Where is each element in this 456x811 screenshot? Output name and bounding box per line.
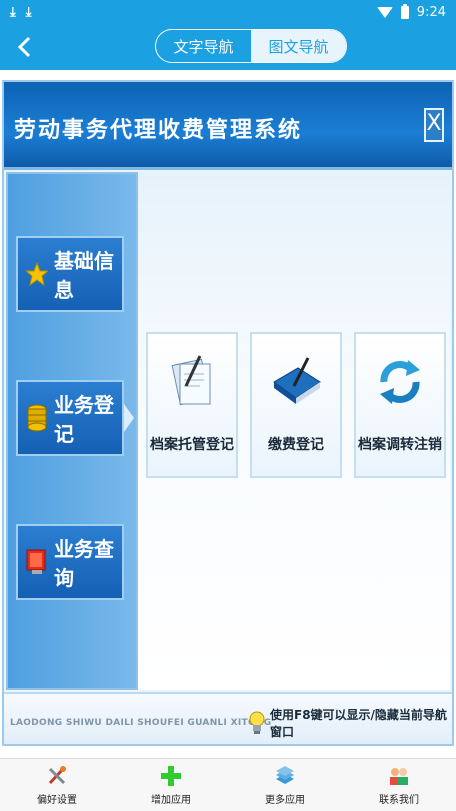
sidebar-item-label: 业务查询 [54,537,114,590]
bottom-nav-contact-us[interactable]: 联系我们 [342,759,456,811]
tab-text-nav[interactable]: 文字导航 [156,30,251,62]
bottom-nav: 偏好设置 增加应用 更多应用 联系我们 [0,758,456,811]
f8-tip: 使用F8键可以显示/隐藏当前导航窗口 [248,706,452,740]
app-window: 劳动事务代理收费管理系统 X 基础信息 业务登记 业务查询 档案托管登记 缴费登… [2,80,454,746]
nav-mode-toggle: 文字导航 图文导航 [155,29,347,63]
status-bar: ⤓ ⤓ 9:24 [0,0,456,24]
system-pinyin-name: LAODONG SHIWU DAILI SHOUFEI GUANLI XITON… [10,718,272,728]
status-time: 9:24 [416,4,446,20]
sidebar-item-basic-info[interactable]: 基础信息 [16,236,124,312]
bottom-nav-label: 更多应用 [265,794,305,806]
window-titlebar: 劳动事务代理收费管理系统 X [4,82,452,170]
download-icon: ⤓ [25,4,32,20]
tip-text: 使用F8键可以显示/隐藏当前导航窗口 [270,708,447,739]
sidebar-item-business-query[interactable]: 业务查询 [16,524,124,600]
plus-icon [160,765,182,787]
active-indicator-icon [124,404,134,432]
book-pen-icon [268,352,324,412]
settings-tools-icon [46,765,68,787]
star-icon [26,259,48,289]
bottom-nav-more-apps[interactable]: 更多应用 [228,759,342,811]
contacts-icon [388,765,410,787]
tile-label: 档案调转注销 [358,437,442,453]
content-panel: 档案托管登记 缴费登记 档案调转注销 [138,172,450,690]
bottom-nav-label: 增加应用 [151,794,191,806]
sidebar-item-business-registration[interactable]: 业务登记 [16,380,124,456]
bottom-nav-label: 联系我们 [379,794,419,806]
document-pen-icon [164,352,220,412]
bottom-nav-preferences[interactable]: 偏好设置 [0,759,114,811]
window-title: 劳动事务代理收费管理系统 [14,118,303,143]
tile-archive-transfer-cancel[interactable]: 档案调转注销 [354,332,446,478]
sidebar: 基础信息 业务登记 业务查询 [6,172,138,690]
tile-label: 缴费登记 [268,437,324,453]
sidebar-item-label: 业务登记 [54,393,114,446]
sidebar-item-label: 基础信息 [54,249,114,302]
tile-archive-custody[interactable]: 档案托管登记 [146,332,238,478]
coins-icon [26,403,48,433]
download-icon: ⤓ [10,4,16,20]
lightbulb-icon [248,710,266,736]
tab-graphic-nav[interactable]: 图文导航 [251,30,346,62]
bottom-nav-label: 偏好设置 [37,794,77,806]
monitor-icon [26,547,48,577]
apps-stack-icon [274,765,296,787]
window-footer: LAODONG SHIWU DAILI SHOUFEI GUANLI XITON… [4,692,452,744]
back-arrow-icon[interactable] [10,32,40,62]
tile-label: 档案托管登记 [150,437,234,453]
close-button[interactable]: X [424,108,444,142]
battery-icon [400,3,409,19]
app-bar: 文字导航 图文导航 [0,24,456,70]
wifi-icon [376,6,393,18]
bottom-nav-add-app[interactable]: 增加应用 [114,759,228,811]
refresh-arrows-icon [372,352,428,412]
tile-payment-registration[interactable]: 缴费登记 [250,332,342,478]
